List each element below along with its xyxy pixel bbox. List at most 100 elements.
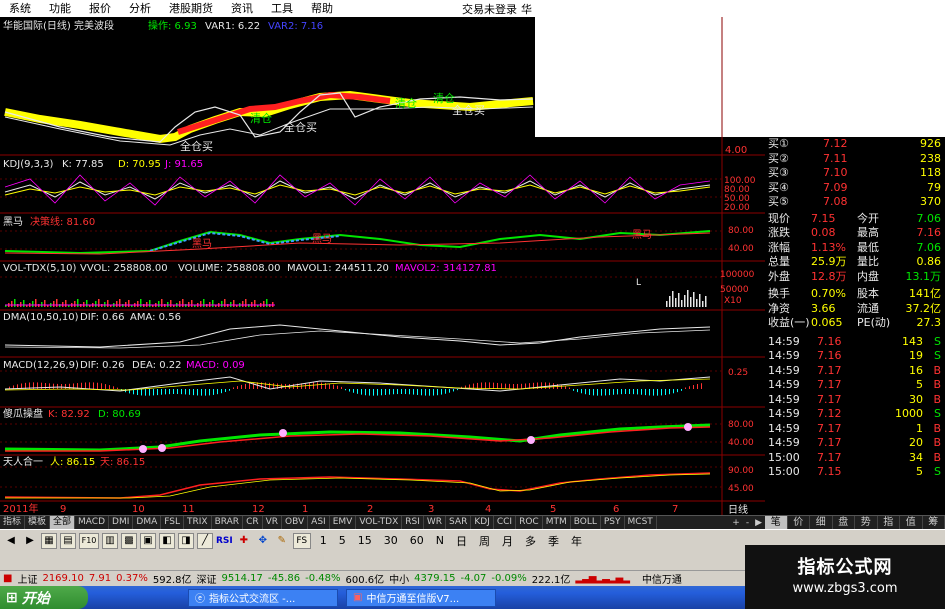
bolt-icon[interactable]: ✚ bbox=[236, 533, 252, 549]
macd-bar bbox=[213, 389, 214, 395]
pen-icon[interactable]: ✎ bbox=[274, 533, 290, 549]
period-quarter[interactable]: 季 bbox=[548, 533, 559, 549]
task-forum[interactable]: ⓔ 指标公式交流区 -... bbox=[188, 588, 338, 607]
right-tab[interactable]: 筹 bbox=[923, 516, 945, 529]
macd-bar bbox=[65, 383, 66, 389]
right-tab[interactable]: 细 bbox=[810, 516, 833, 529]
tab-macd[interactable]: MACD bbox=[75, 516, 110, 529]
menu-item-function[interactable]: 功能 bbox=[40, 0, 80, 17]
right-tab[interactable]: 笔 bbox=[765, 516, 788, 529]
tab-nav-button[interactable]: + bbox=[729, 518, 743, 528]
tab-模板[interactable]: 模板 bbox=[25, 516, 51, 529]
menu-item-info[interactable]: 资讯 bbox=[222, 0, 262, 17]
stat-value: 7.16 bbox=[916, 226, 942, 239]
tick-price: 7.17 bbox=[817, 450, 842, 464]
sz-label[interactable]: 深证 bbox=[197, 571, 217, 586]
menu-item-analysis[interactable]: 分析 bbox=[120, 0, 160, 17]
chart-area[interactable]: 华能国际(日线) 完美波段 操作: 6.93 VAR1: 6.22 VAR2: … bbox=[0, 17, 765, 515]
trade-login-status[interactable]: 交易未登录 bbox=[462, 1, 521, 17]
tab-cci[interactable]: CCI bbox=[494, 516, 517, 529]
fdc-icon[interactable]: ▤ bbox=[60, 532, 76, 549]
tick-side: B bbox=[933, 363, 941, 377]
period-30[interactable]: 30 bbox=[384, 534, 398, 547]
tab-psy[interactable]: PSY bbox=[601, 516, 625, 529]
x-label-12: 12 bbox=[252, 504, 265, 515]
right-tab[interactable]: 价 bbox=[788, 516, 810, 529]
menu-item-quote[interactable]: 报价 bbox=[80, 0, 120, 17]
tab-全部[interactable]: 全部 bbox=[50, 516, 76, 529]
tab-cr[interactable]: CR bbox=[243, 516, 263, 529]
fund-value: 27.3 bbox=[916, 316, 942, 329]
start-button[interactable]: ⊞ 开始 bbox=[0, 586, 88, 609]
x-label-2011: 2011年 bbox=[3, 502, 38, 515]
tab-kdj[interactable]: KDJ bbox=[471, 516, 494, 529]
tab-mcst[interactable]: MCST bbox=[625, 516, 657, 529]
macd-bar bbox=[157, 389, 158, 396]
right-tab[interactable]: 盘 bbox=[833, 516, 855, 529]
period-label[interactable]: 日线 bbox=[728, 503, 748, 515]
period-n[interactable]: N bbox=[436, 534, 444, 547]
move-icon[interactable]: ✥ bbox=[255, 533, 271, 549]
tick-volume: 19 bbox=[909, 349, 923, 362]
macd-bar bbox=[105, 384, 106, 389]
tab-trix[interactable]: TRIX bbox=[184, 516, 212, 529]
tab-rsi[interactable]: RSI bbox=[402, 516, 424, 529]
right-tab[interactable]: 势 bbox=[855, 516, 878, 529]
tab-asi[interactable]: ASI bbox=[308, 516, 330, 529]
volume-bar bbox=[681, 300, 683, 307]
macd-bar bbox=[505, 383, 506, 389]
menu-item-hk-futures[interactable]: 港股期货 bbox=[160, 0, 222, 17]
volume-bar bbox=[266, 299, 268, 307]
tab-nav-button[interactable]: ▶ bbox=[752, 518, 765, 528]
window-icon[interactable]: ▣ bbox=[140, 532, 156, 549]
tab-dma[interactable]: DMA bbox=[133, 516, 162, 529]
task-broker-app[interactable]: ▣ 中信万通至信版V7... bbox=[346, 588, 496, 607]
tab-obv[interactable]: OBV bbox=[282, 516, 309, 529]
period-1[interactable]: 1 bbox=[320, 534, 327, 547]
period-15[interactable]: 15 bbox=[358, 534, 372, 547]
tab-emv[interactable]: EMV bbox=[330, 516, 357, 529]
tab-vol-tdx[interactable]: VOL-TDX bbox=[356, 516, 403, 529]
volume-bar bbox=[705, 296, 707, 307]
sh-label[interactable]: 上证 bbox=[17, 571, 37, 586]
table-icon[interactable]: ▦ bbox=[41, 532, 57, 549]
fs-button[interactable]: FS bbox=[292, 532, 311, 549]
kdj-k: K: 77.85 bbox=[62, 159, 104, 170]
stat-value: 25.9万 bbox=[811, 255, 847, 268]
layout-icon[interactable]: ▥ bbox=[102, 532, 118, 549]
tab-dmi[interactable]: DMI bbox=[109, 516, 134, 529]
tab-mtm[interactable]: MTM bbox=[543, 516, 571, 529]
menu-item-system[interactable]: 系统 bbox=[0, 0, 40, 17]
period-week[interactable]: 周 bbox=[479, 533, 490, 549]
tab-roc[interactable]: ROC bbox=[516, 516, 543, 529]
tab-brar[interactable]: BRAR bbox=[212, 516, 244, 529]
right-tab[interactable]: 指 bbox=[878, 516, 900, 529]
period-day[interactable]: 日 bbox=[456, 533, 467, 549]
period-month[interactable]: 月 bbox=[502, 533, 513, 549]
tab-fsl[interactable]: FSL bbox=[161, 516, 184, 529]
menu-item-tools[interactable]: 工具 bbox=[262, 0, 302, 17]
period-5[interactable]: 5 bbox=[339, 534, 346, 547]
f2-icon[interactable]: ◧ bbox=[159, 532, 175, 549]
period-60[interactable]: 60 bbox=[410, 534, 424, 547]
tab-sar[interactable]: SAR bbox=[446, 516, 472, 529]
zx-label[interactable]: 中小 bbox=[389, 571, 409, 586]
tab-wr[interactable]: WR bbox=[424, 516, 447, 529]
f10-icon[interactable]: F10 bbox=[79, 532, 99, 549]
sz-value: 9514.17 bbox=[221, 573, 263, 584]
line-icon[interactable]: ╱ bbox=[197, 532, 213, 549]
tab-vr[interactable]: VR bbox=[263, 516, 283, 529]
rsi-icon[interactable]: RSI bbox=[216, 533, 233, 549]
tab-指标[interactable]: 指标 bbox=[0, 516, 26, 529]
grid-icon[interactable]: ▩ bbox=[121, 532, 137, 549]
back-icon[interactable]: ◀ bbox=[3, 533, 19, 549]
f1-icon[interactable]: ◨ bbox=[178, 532, 194, 549]
menu-item-help[interactable]: 帮助 bbox=[302, 0, 342, 17]
stat-row: 现价 7.15 今开 7.06 bbox=[765, 212, 945, 226]
period-multi[interactable]: 多 bbox=[525, 533, 536, 549]
tab-boll[interactable]: BOLL bbox=[571, 516, 601, 529]
forward-icon[interactable]: ▶ bbox=[22, 533, 38, 549]
period-year[interactable]: 年 bbox=[571, 533, 582, 549]
right-tab[interactable]: 值 bbox=[900, 516, 923, 529]
tab-nav-button[interactable]: - bbox=[743, 518, 752, 528]
